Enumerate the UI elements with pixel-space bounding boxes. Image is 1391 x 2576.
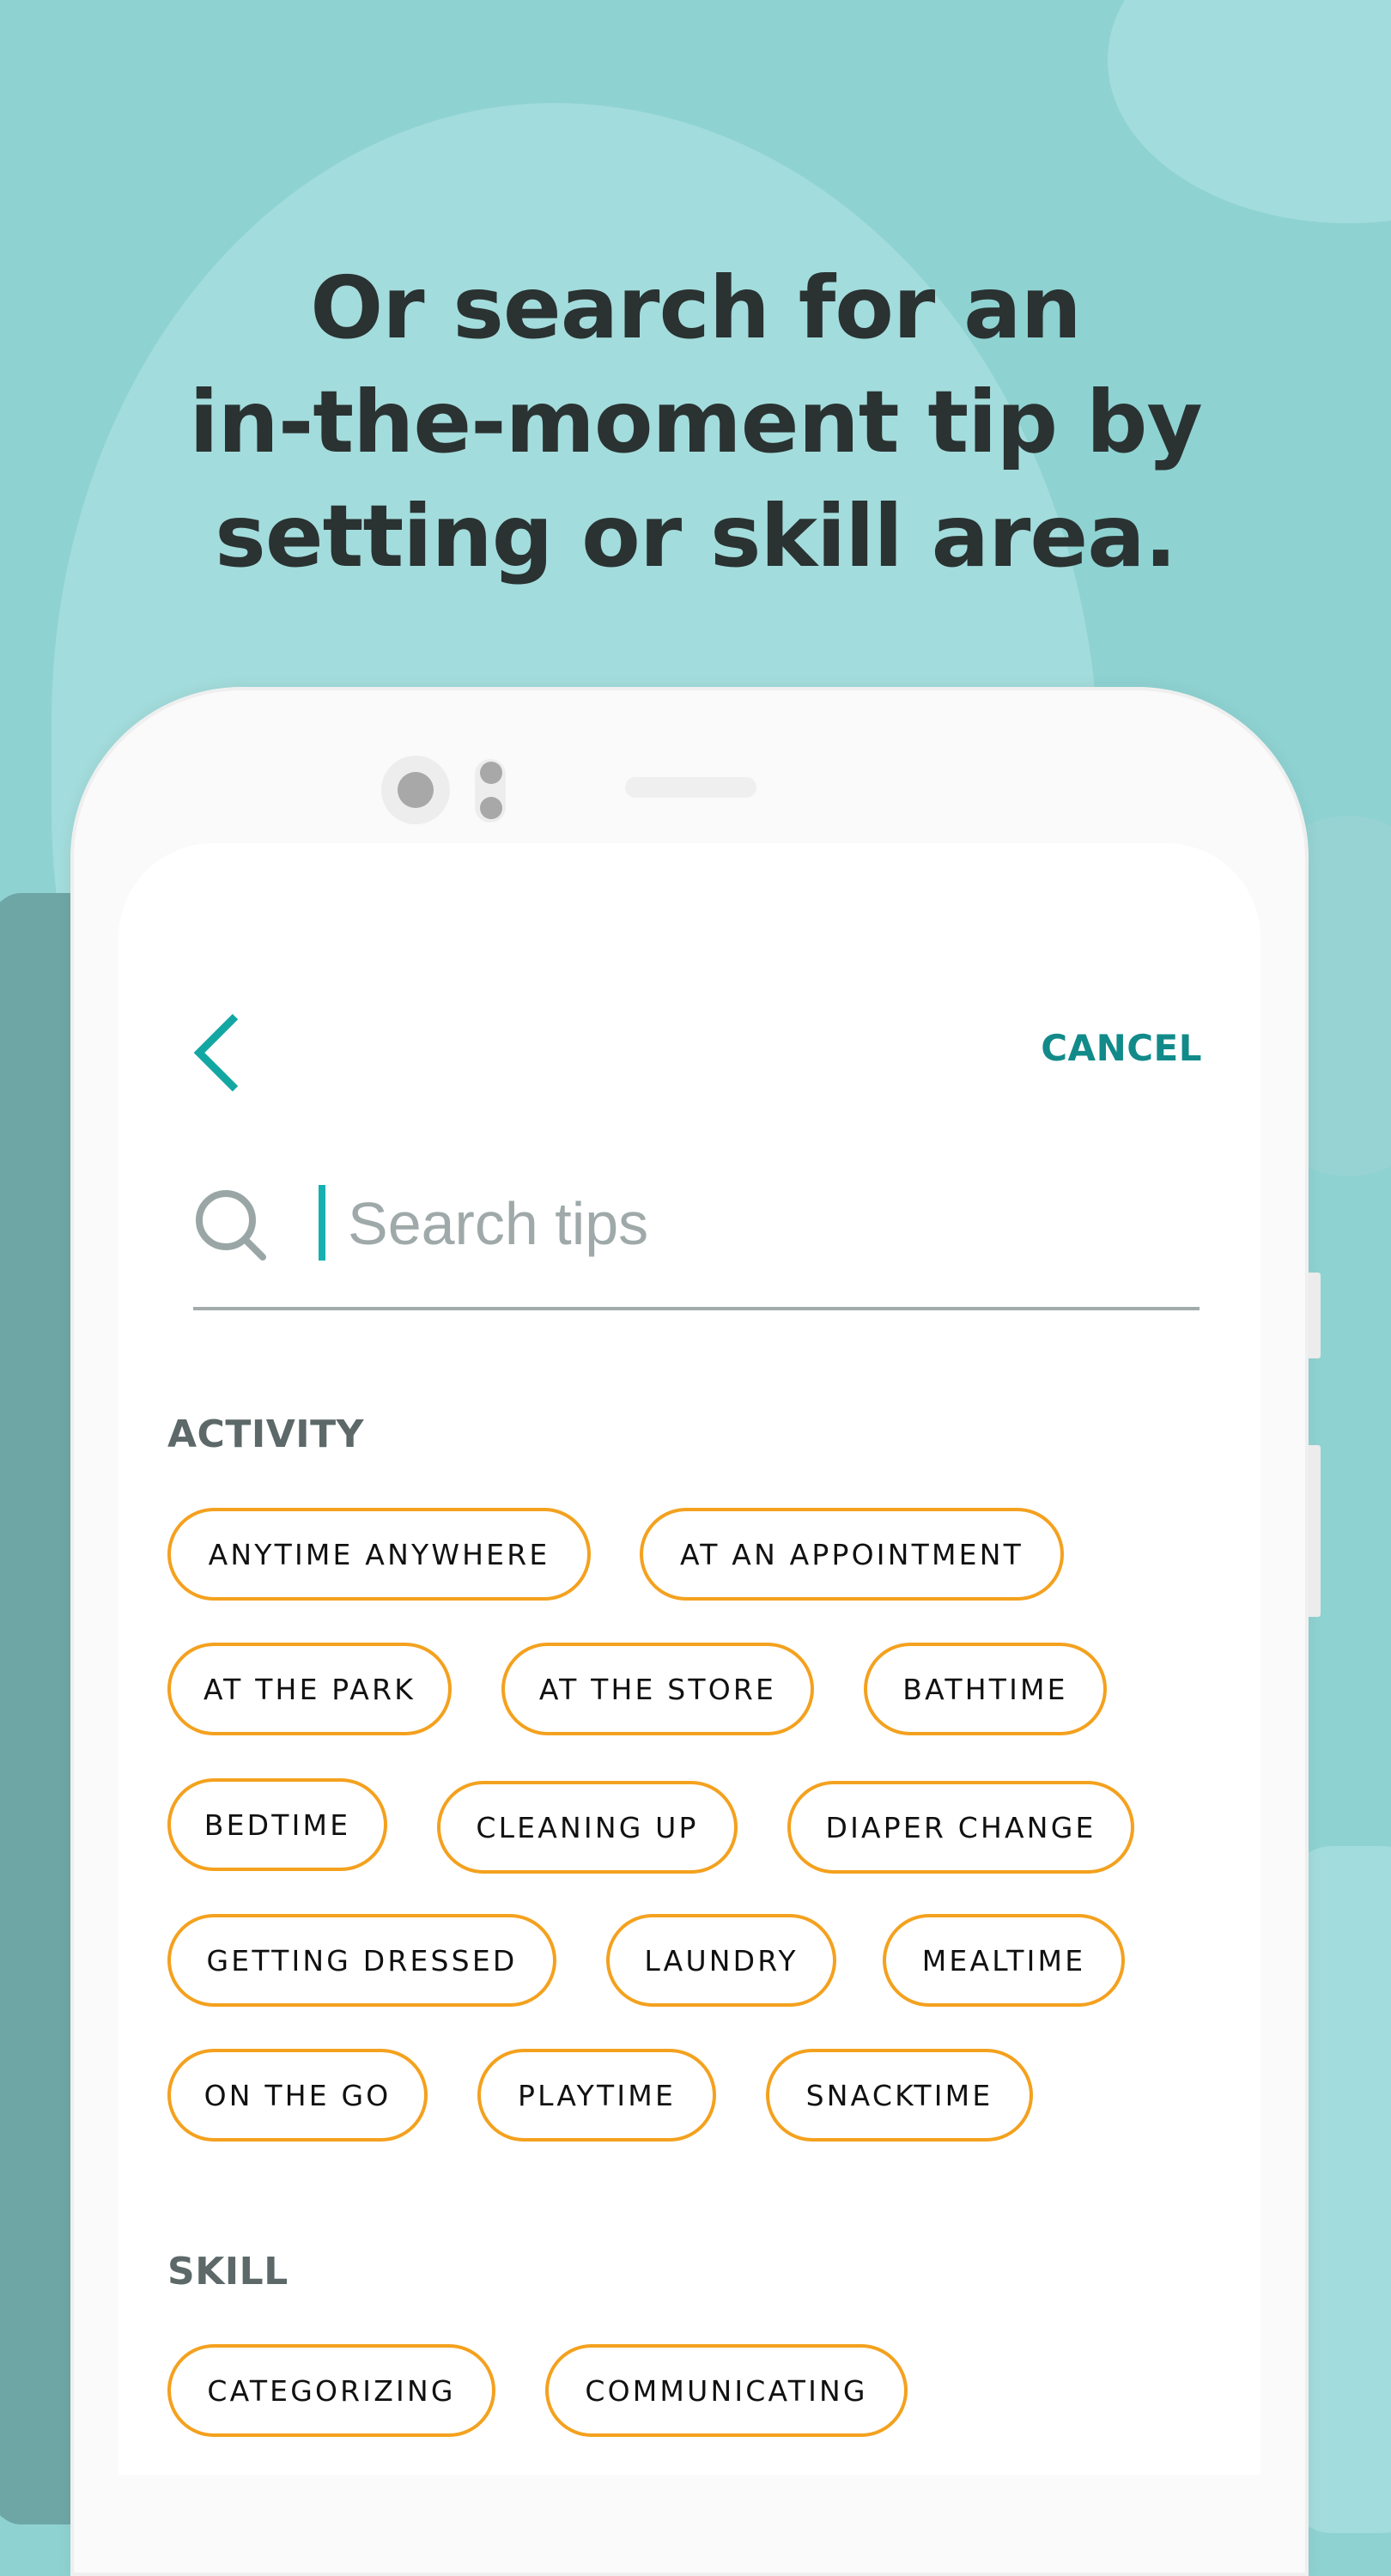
sensor-dot [480, 762, 502, 784]
chip-at-the-park[interactable]: AT THE PARK [167, 1643, 452, 1735]
search-input[interactable] [348, 1185, 1189, 1262]
chip-cleaning-up[interactable]: CLEANING UP [437, 1781, 738, 1874]
chip-bathtime[interactable]: BATHTIME [864, 1643, 1107, 1735]
headline-line: setting or skill area. [215, 486, 1176, 586]
headline-line: Or search for an [310, 258, 1082, 358]
chip-getting-dressed[interactable]: GETTING DRESSED [167, 1914, 556, 2007]
text-caret [319, 1185, 325, 1261]
phone-side-button [1309, 1445, 1321, 1617]
chip-diaper-change[interactable]: DIAPER CHANGE [787, 1781, 1134, 1874]
phone-speaker [625, 777, 756, 798]
search-underline [193, 1307, 1200, 1310]
search-icon [196, 1190, 266, 1261]
back-button[interactable] [191, 1013, 242, 1092]
phone-side-button [1309, 1273, 1321, 1358]
background-blob [1108, 0, 1391, 223]
chip-laundry[interactable]: LAUNDRY [606, 1914, 836, 2007]
chevron-left-icon [193, 1013, 239, 1092]
sensor-dot [480, 797, 502, 819]
chip-mealtime[interactable]: MEALTIME [883, 1914, 1125, 2007]
chip-anytime-anywhere[interactable]: ANYTIME ANYWHERE [167, 1508, 591, 1601]
headline-line: in-the-moment tip by [189, 372, 1202, 472]
promo-headline: Or search for an in-the-moment tip by se… [0, 251, 1391, 593]
section-title-activity: ACTIVITY [167, 1413, 365, 1456]
search-bar[interactable] [193, 1185, 1200, 1310]
chip-bedtime[interactable]: BEDTIME [167, 1778, 387, 1871]
section-title-skill: SKILL [167, 2250, 289, 2293]
chip-playtime[interactable]: PLAYTIME [477, 2049, 716, 2142]
chip-at-an-appointment[interactable]: AT AN APPOINTMENT [640, 1508, 1064, 1601]
cancel-button[interactable]: CANCEL [1013, 1027, 1202, 1069]
chip-on-the-go[interactable]: ON THE GO [167, 2049, 428, 2142]
chip-at-the-store[interactable]: AT THE STORE [501, 1643, 814, 1735]
chip-snacktime[interactable]: SNACKTIME [766, 2049, 1033, 2142]
chip-communicating[interactable]: COMMUNICATING [545, 2344, 908, 2437]
chip-categorizing[interactable]: CATEGORIZING [167, 2344, 495, 2437]
camera-lens [398, 772, 434, 808]
